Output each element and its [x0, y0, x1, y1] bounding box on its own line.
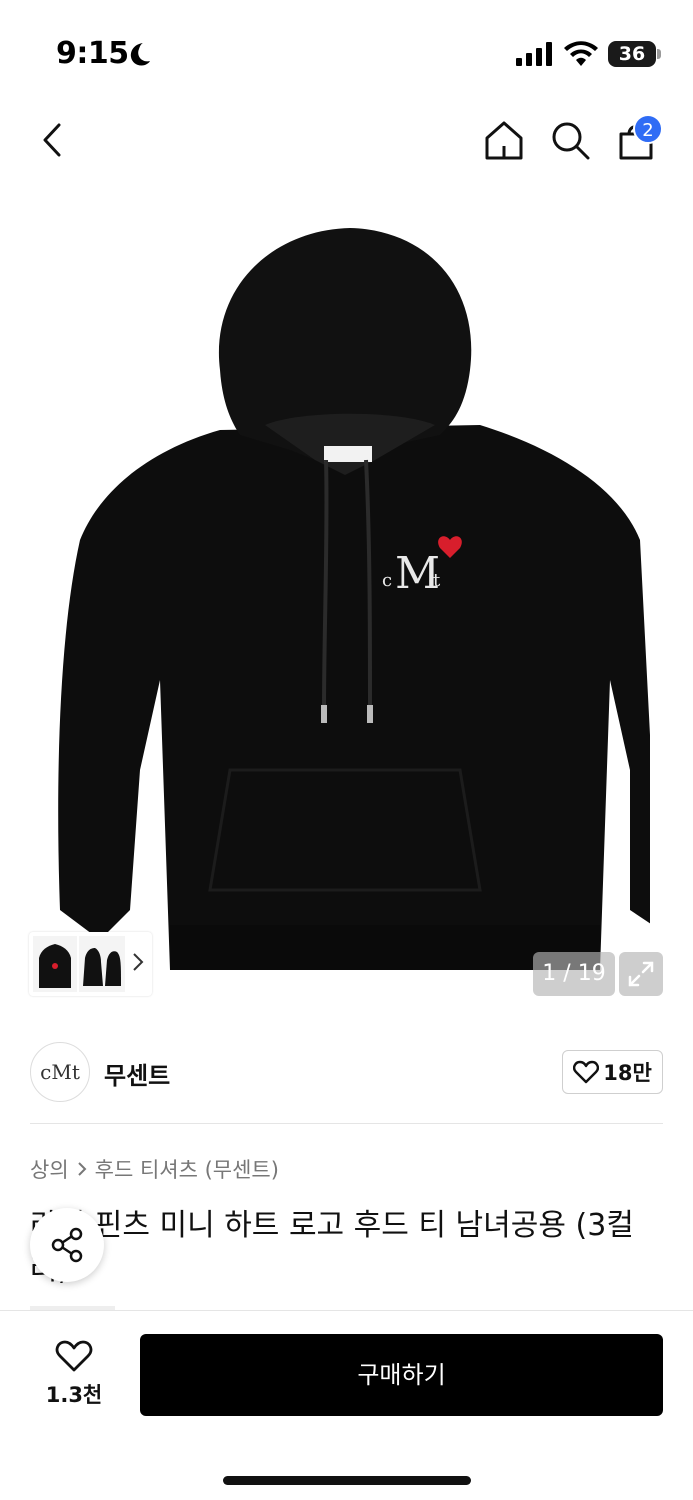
battery-icon: 36 — [608, 41, 656, 67]
brand-like-button[interactable]: 18만 — [562, 1050, 663, 1094]
status-time: 9:15 — [56, 36, 129, 71]
expand-button[interactable] — [619, 952, 663, 996]
breadcrumb-category[interactable]: 상의 — [30, 1154, 69, 1184]
wishlist-count: 1.3천 — [45, 1383, 103, 1407]
heart-outline-icon — [55, 1340, 93, 1372]
heart-outline-icon — [573, 1060, 600, 1084]
brand-logo[interactable]: cMt — [30, 1042, 90, 1102]
wifi-icon — [564, 41, 598, 66]
moon-icon — [130, 43, 150, 66]
divider — [30, 1123, 663, 1124]
back-button[interactable] — [30, 118, 74, 162]
brand-like-count: 18만 — [603, 1061, 652, 1085]
top-nav — [0, 100, 693, 180]
svg-text:t: t — [433, 570, 441, 591]
chevron-right-icon — [77, 1162, 87, 1176]
breadcrumb-subcategory[interactable]: 후드 티셔츠 (무센트) — [95, 1154, 279, 1184]
thumbnail-strip[interactable] — [29, 932, 152, 996]
product-title: 라이 핀츠 미니 하트 로고 후드 티 남녀공용 (3컬러) — [30, 1208, 634, 1284]
home-icon — [485, 121, 523, 160]
search-button[interactable] — [548, 118, 592, 162]
battery-cap — [657, 49, 661, 59]
breadcrumb: 상의 후드 티셔츠 (무센트) — [30, 1154, 279, 1184]
expand-icon — [628, 961, 654, 987]
brand-row: cMt 무센트 18만 — [0, 1020, 693, 1124]
svg-text:c: c — [382, 570, 392, 591]
chevron-right-icon — [133, 953, 144, 971]
cellular-signal-icon — [516, 42, 552, 66]
brand-name[interactable]: 무센트 — [104, 1056, 170, 1091]
chevron-left-icon — [43, 123, 61, 157]
status-bar: 9:15 36 — [0, 0, 693, 100]
hoodie-image: M c t — [58, 228, 650, 970]
home-button[interactable] — [482, 118, 526, 162]
wishlist-button[interactable]: 1.3천 — [34, 1339, 114, 1409]
buy-button[interactable]: 구매하기 — [140, 1334, 663, 1416]
share-icon — [51, 1227, 83, 1263]
cart-count-badge: 2 — [633, 114, 663, 144]
bottom-action-bar: 1.3천 구매하기 — [0, 1310, 693, 1500]
thumbnail-images — [33, 936, 125, 992]
search-icon — [552, 122, 590, 160]
share-button[interactable] — [30, 1208, 104, 1282]
image-page-indicator: 1 / 19 — [533, 952, 615, 996]
home-indicator — [223, 1476, 471, 1485]
